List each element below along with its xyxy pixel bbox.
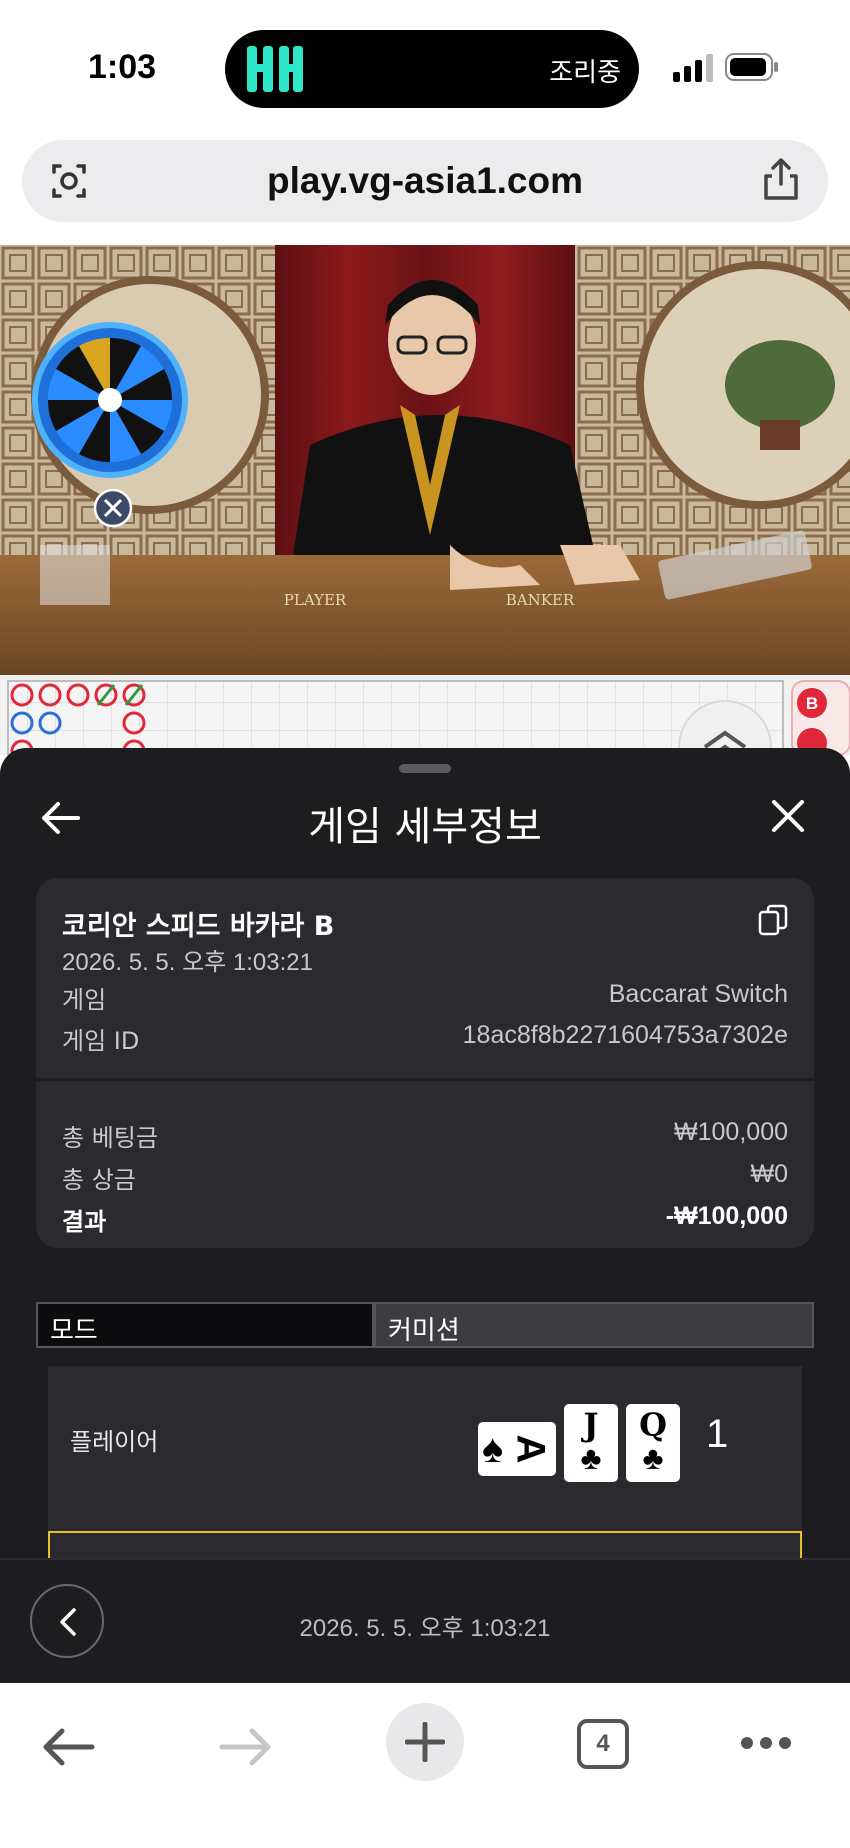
game-id-label: 게임 ID (62, 1027, 140, 1055)
status-bar: 1:03 조리중 (0, 0, 850, 130)
app-logo-icon (247, 46, 303, 92)
player-card-3-suit: ♣ (642, 1440, 664, 1476)
new-tab-button[interactable] (386, 1703, 464, 1781)
table-banker-label: BANKER (506, 591, 575, 609)
cellular-signal-icon (673, 54, 713, 82)
game-label: 게임 (62, 986, 107, 1014)
player-card-2-rank: J (583, 1406, 599, 1444)
game-details-sheet: 게임 세부정보 코리안 스피드 바카라 B 2026. 5. 5. 오후 1:0… (0, 748, 850, 1683)
tab-commission-label: 커미션 (388, 1316, 460, 1346)
tabs-button[interactable]: 4 (577, 1719, 629, 1769)
table-player-label: PLAYER (284, 591, 347, 609)
address-bar[interactable]: play.vg-asia1.com (22, 140, 828, 222)
dealer-scene: PLAYER BANKER (0, 245, 850, 675)
tab-commission[interactable]: 커미션 (374, 1302, 814, 1348)
sheet-title: 게임 세부정보 (308, 804, 542, 850)
wheel-close-icon[interactable] (93, 488, 133, 528)
tab-count: 4 (596, 1730, 610, 1757)
plus-icon (405, 1722, 445, 1762)
player-card-1-rank: A (508, 1434, 553, 1464)
browser-forward-icon[interactable] (218, 1723, 274, 1771)
tab-mode[interactable]: 모드 (36, 1302, 374, 1348)
bonus-wheel[interactable] (32, 322, 188, 478)
total-bet-value: ₩100,000 (674, 1118, 788, 1146)
sheet-footer: 2026. 5. 5. 오후 1:03:21 (0, 1558, 850, 1683)
result-label: 결과 (62, 1208, 107, 1236)
total-win-label: 총 상금 (62, 1166, 136, 1194)
round-datetime: 2026. 5. 5. 오후 1:03:21 (62, 949, 313, 976)
player-card-2-suit: ♣ (580, 1440, 602, 1476)
dynamic-island[interactable]: 조리중 (225, 30, 639, 108)
round-info-card: 코리안 스피드 바카라 B 2026. 5. 5. 오후 1:03:21 게임 … (36, 878, 814, 1248)
more-icon[interactable] (740, 1733, 792, 1753)
island-status-text: 조리중 (549, 58, 621, 88)
tab-mode-label: 모드 (50, 1316, 98, 1346)
clock: 1:03 (88, 48, 157, 86)
player-label: 플레이어 (70, 1428, 159, 1456)
svg-text:B: B (806, 694, 818, 713)
result-value: -₩100,000 (665, 1202, 788, 1230)
total-win-value: ₩0 (750, 1160, 789, 1188)
player-card-3-rank: Q (639, 1406, 667, 1444)
player-score: 1 (706, 1412, 729, 1456)
card-divider (36, 1078, 814, 1081)
player-card-3: Q ♣ (626, 1404, 680, 1482)
player-card-1-suit: ♠ (482, 1427, 504, 1471)
footer-datetime: 2026. 5. 5. 오후 1:03:21 (299, 1615, 551, 1642)
player-hand-panel: 플레이어 ♠ A J ♣ Q ♣ 1 (48, 1366, 802, 1546)
live-dealer-video[interactable]: PLAYER BANKER (0, 245, 850, 675)
browser-back-icon[interactable] (40, 1723, 96, 1771)
scoreboard-road: B (0, 675, 850, 794)
total-bet-label: 총 베팅금 (62, 1124, 158, 1152)
table-name: 코리안 스피드 바카라 B (62, 911, 335, 942)
url-text[interactable]: play.vg-asia1.com (22, 160, 828, 202)
copy-icon[interactable] (758, 904, 788, 936)
game-id-value: 18ac8f8b2271604753a7302e (462, 1021, 788, 1049)
share-icon[interactable] (760, 156, 802, 202)
game-value: Baccarat Switch (608, 980, 788, 1008)
browser-toolbar: 4 (0, 1683, 850, 1848)
sheet-grabber[interactable] (399, 764, 451, 773)
player-card-2: J ♣ (564, 1404, 618, 1482)
close-icon[interactable] (768, 796, 808, 836)
player-card-1: ♠ A (478, 1422, 556, 1476)
battery-icon (725, 53, 778, 81)
